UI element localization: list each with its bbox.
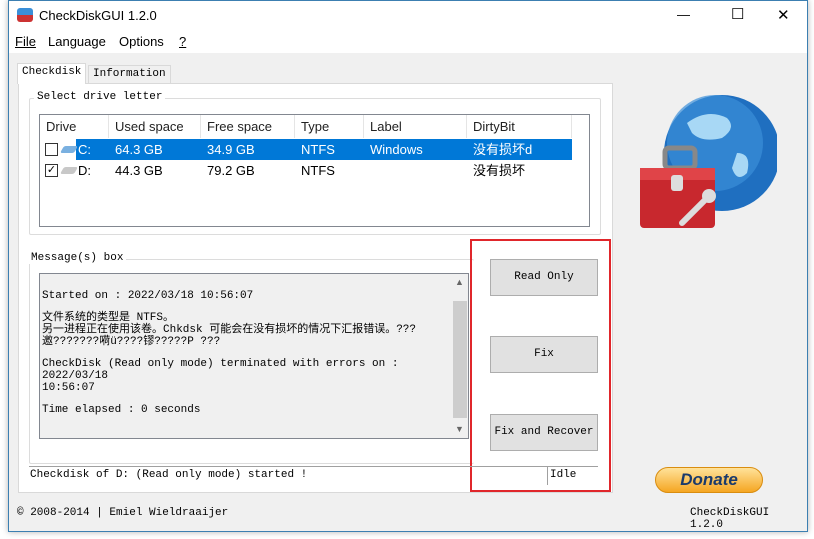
message-group: Message(s) box Started on : 2022/03/18 1… [28, 252, 474, 464]
copyright: © 2008-2014 | Emiel Wieldraaijer [17, 507, 229, 519]
volume-label: Windows [370, 142, 423, 157]
drive-letter: C: [78, 142, 91, 157]
used-space: 44.3 GB [115, 163, 163, 178]
volume-label [364, 160, 370, 181]
drive-group: Select drive letter Drive Used space Fre… [29, 91, 601, 235]
col-used[interactable]: Used space [109, 115, 201, 138]
message-line: 10:56:07 [42, 382, 95, 394]
drive-list[interactable]: Drive Used space Free space Type Label D… [39, 114, 590, 227]
message-line: Started on : 2022/03/18 10:56:07 [42, 290, 254, 302]
drive-group-label: Select drive letter [34, 91, 166, 103]
scroll-down-icon[interactable]: ▼ [455, 424, 464, 434]
status-state: Idle [550, 469, 577, 481]
maximize-button[interactable]: ☐ [731, 5, 744, 23]
fs-type: NTFS [301, 163, 335, 178]
drive-row-d[interactable]: ✓ D: 44.3 GB 79.2 GB NTFS 没有损坏 [40, 160, 572, 181]
col-drive[interactable]: Drive [40, 115, 109, 138]
free-space: 34.9 GB [207, 142, 255, 157]
menu-bar: File Language Options ? [9, 31, 807, 53]
scroll-thumb[interactable] [453, 301, 467, 418]
col-free[interactable]: Free space [201, 115, 295, 138]
message-line: Time elapsed : 0 seconds [42, 404, 201, 416]
dirty-bit: 没有损坏 [473, 163, 526, 178]
window-title: CheckDiskGUI 1.2.0 [39, 8, 157, 23]
drive-row-c[interactable]: C: 64.3 GB 34.9 GB NTFS Windows 没有损坏d [40, 139, 572, 160]
col-label[interactable]: Label [364, 115, 467, 138]
free-space: 79.2 GB [207, 163, 255, 178]
menu-file[interactable]: File [15, 34, 36, 49]
menu-language[interactable]: Language [48, 34, 106, 49]
col-dirtybit[interactable]: DirtyBit [467, 115, 572, 138]
scroll-up-icon[interactable]: ▲ [455, 277, 464, 287]
title-bar: CheckDiskGUI 1.2.0 — ☐ ✕ [9, 1, 807, 31]
scrollbar[interactable]: ▲ ▼ [452, 274, 468, 438]
drive-d-checkbox[interactable]: ✓ [45, 164, 58, 177]
message-group-label: Message(s) box [28, 252, 127, 264]
message-line: 另一进程正在使用该卷。Chkdsk 可能会在没有损坏的情况下汇报错误。??? [42, 324, 417, 336]
status-bar: Checkdisk of D: (Read only mode) started… [29, 466, 598, 487]
menu-help[interactable]: ? [179, 34, 186, 49]
dirty-bit: 没有损坏d [473, 142, 533, 157]
message-line: 文件系统的类型是 NTFS。 [42, 312, 175, 324]
drive-c-checkbox[interactable] [45, 143, 58, 156]
app-icon [17, 8, 33, 22]
menu-options[interactable]: Options [119, 34, 164, 49]
message-box[interactable]: Started on : 2022/03/18 10:56:07 文件系统的类型… [39, 273, 469, 439]
tab-checkdisk[interactable]: Checkdisk [17, 63, 87, 84]
checkdisk-panel: Select drive letter Drive Used space Fre… [18, 83, 613, 493]
status-message: Checkdisk of D: (Read only mode) started… [30, 469, 308, 481]
globe-toolbox-logo [640, 95, 777, 228]
message-line: CheckDisk (Read only mode) terminated wi… [42, 358, 399, 382]
highlight-box [470, 239, 611, 492]
donate-button[interactable]: Donate [655, 467, 763, 493]
drive-letter: D: [78, 163, 91, 178]
tab-information[interactable]: Information [88, 65, 171, 84]
message-line: 邀???????嗬ü????镠?????P ??? [42, 336, 221, 348]
fs-type: NTFS [301, 142, 335, 157]
app-window: CheckDiskGUI 1.2.0 — ☐ ✕ File Language O… [8, 0, 808, 532]
used-space: 64.3 GB [115, 142, 163, 157]
close-button[interactable]: ✕ [777, 6, 790, 24]
col-type[interactable]: Type [295, 115, 364, 138]
version: CheckDiskGUI 1.2.0 [690, 507, 770, 531]
minimize-button[interactable]: — [677, 7, 690, 22]
